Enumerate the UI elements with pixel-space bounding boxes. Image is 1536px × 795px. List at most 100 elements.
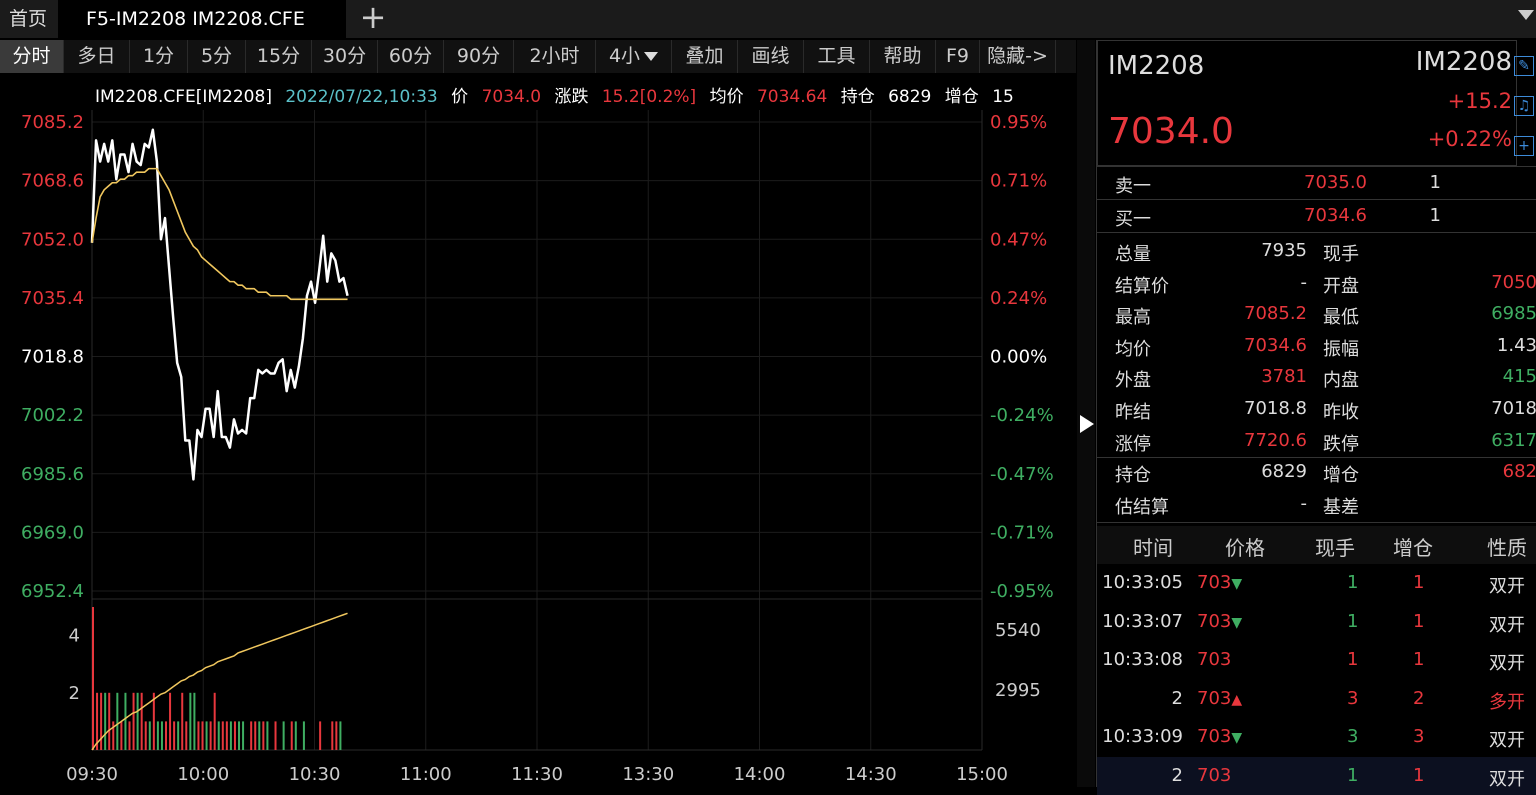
- trade-price-value: 703: [1197, 649, 1232, 670]
- volume-bar: [120, 721, 123, 750]
- collapse-panel-icon[interactable]: [1080, 415, 1094, 433]
- trade-volume: 1: [1347, 610, 1359, 632]
- toolbar-item[interactable]: 分时: [0, 40, 64, 73]
- trade-time: 10:33:05: [1102, 572, 1183, 593]
- volume-bar: [197, 721, 200, 750]
- x-tick-label: 11:00: [400, 764, 452, 785]
- trade-oi: 1: [1413, 764, 1425, 786]
- stat-label: 最高: [1115, 307, 1151, 329]
- trade-row[interactable]: 10:33:07 703▼ 1 1 双开: [1097, 603, 1536, 641]
- toolbar-item[interactable]: 叠加: [672, 40, 738, 73]
- volume-bar: [294, 721, 297, 750]
- toolbar-item[interactable]: 4小: [596, 40, 672, 73]
- toolbar-item[interactable]: 多日: [64, 40, 130, 73]
- x-tick-label: 14:30: [845, 764, 897, 785]
- trades-column-header[interactable]: 性质: [1487, 532, 1527, 561]
- volume-bar: [282, 721, 285, 750]
- bell-icon[interactable]: ♫: [1514, 96, 1534, 116]
- book-row[interactable]: 买一 7034.6 1: [1097, 201, 1536, 231]
- stat-value: -: [1300, 492, 1308, 514]
- stat-row: 最高 7085.2 最低 6985: [1097, 299, 1536, 329]
- trades-column-header[interactable]: 时间: [1133, 532, 1173, 561]
- y-left-tick-label: 6952.4: [21, 581, 84, 602]
- intraday-chart[interactable]: 09:30 10:00 10:30 11:00 11:30 13:30 14:00 14:30…: [0, 110, 1076, 787]
- book-row[interactable]: 卖一 7035.0 1: [1097, 168, 1536, 198]
- trade-row[interactable]: 2 703 1 1 双开: [1097, 756, 1536, 795]
- tab-active[interactable]: F5-IM2208 IM2208.CFE: [58, 0, 346, 38]
- toolbar-item[interactable]: 60分: [378, 40, 444, 73]
- toolbar-item[interactable]: 2小时: [514, 40, 596, 73]
- volume-bar: [274, 721, 277, 750]
- tab-home[interactable]: 首页: [0, 0, 56, 38]
- caret-down-icon: [644, 52, 659, 61]
- trade-volume: 1: [1347, 649, 1359, 670]
- volume-tick-label: 2: [69, 683, 80, 704]
- y-left-tick-label: 7052.0: [21, 229, 84, 250]
- stat-row: 均价 7034.6 振幅 1.43: [1097, 331, 1536, 361]
- stat-row: 昨结 7018.8 昨收 7018: [1097, 394, 1536, 424]
- stat-label: 涨停: [1115, 433, 1151, 455]
- trade-volume: 3: [1347, 726, 1359, 747]
- side-icons: ✎ ♫ +: [1514, 56, 1536, 176]
- trade-row[interactable]: 10:33:09 703▼ 3 3 双开: [1097, 718, 1536, 756]
- stat-value: 7050: [1491, 271, 1536, 293]
- chevron-down-icon[interactable]: [1518, 10, 1534, 20]
- quote-change: +15.2: [1447, 89, 1512, 113]
- stat-label: 总量: [1115, 244, 1151, 265]
- stat-label: 增仓: [1323, 465, 1359, 487]
- stat-value: 415: [1502, 366, 1536, 388]
- y-left-tick-label: 7068.6: [21, 171, 84, 192]
- toolbar-item[interactable]: 帮助: [870, 40, 936, 73]
- plus-icon[interactable]: +: [1514, 136, 1534, 156]
- stat-label: 振幅: [1323, 338, 1359, 360]
- stat-value: 7034.6: [1244, 334, 1307, 356]
- inc-value: 15: [992, 87, 1014, 107]
- stat-label: 昨结: [1115, 402, 1151, 423]
- toolbar-item[interactable]: F9: [936, 40, 980, 73]
- trade-oi: 1: [1413, 610, 1425, 632]
- x-tick-label: 10:30: [289, 764, 341, 785]
- volume-bar: [238, 721, 241, 750]
- volume-bar: [100, 692, 103, 750]
- volume-bar: [331, 721, 334, 750]
- toolbar-item[interactable]: 30分: [312, 40, 378, 73]
- x-tick-label: 14:00: [734, 764, 786, 785]
- toolbar-item[interactable]: 隐藏->: [980, 40, 1056, 73]
- inc-label: 增仓: [944, 87, 979, 107]
- trade-row[interactable]: 2 703▲ 3 2 多开: [1097, 680, 1536, 718]
- trades-column-header[interactable]: 价格: [1225, 532, 1265, 561]
- price-value: 7034.0: [481, 87, 542, 107]
- trade-nature: 双开: [1489, 730, 1525, 751]
- x-tick-label: 13:30: [622, 764, 674, 785]
- trade-nature: 双开: [1489, 576, 1525, 597]
- y-right-tick-label: -0.24%: [990, 405, 1054, 426]
- chart-header: IM2208.CFE[IM2208] 2022/07/22,10:33 价 70…: [95, 82, 1022, 107]
- separator: [1097, 522, 1536, 523]
- trade-row[interactable]: 10:33:05 703▼ 1 1 双开: [1097, 564, 1536, 602]
- stat-value: 7935: [1261, 240, 1307, 261]
- y-right-tick-label: 0.00%: [990, 347, 1047, 368]
- y-right-tick-label: 0.47%: [990, 229, 1047, 250]
- y-right-tick-label: -0.95%: [990, 581, 1054, 602]
- trade-row[interactable]: 10:33:08 703 1 1 双开: [1097, 641, 1536, 679]
- trade-volume: 3: [1347, 687, 1359, 709]
- volume-bar: [319, 721, 322, 750]
- trades-column-header[interactable]: 增仓: [1393, 532, 1433, 561]
- quote-price: 7034.0: [1108, 111, 1234, 152]
- toolbar-item[interactable]: 5分: [188, 40, 246, 73]
- trade-oi: 2: [1413, 687, 1425, 709]
- trade-time: 2: [1171, 687, 1183, 709]
- add-tab-icon[interactable]: +: [358, 0, 388, 38]
- volume-bar: [165, 721, 168, 750]
- trades-column-header[interactable]: 现手: [1315, 532, 1355, 561]
- toolbar-item[interactable]: 画线: [738, 40, 804, 73]
- oi-value: 6829: [888, 87, 932, 107]
- edit-icon[interactable]: ✎: [1514, 56, 1534, 76]
- toolbar-item[interactable]: 90分: [444, 40, 514, 73]
- stat-value: 6985: [1491, 303, 1536, 325]
- volume-bar: [205, 721, 208, 750]
- toolbar-item[interactable]: 工具: [804, 40, 870, 73]
- volume-bar: [290, 721, 293, 750]
- toolbar-item[interactable]: 15分: [246, 40, 312, 73]
- toolbar-item[interactable]: 1分: [130, 40, 188, 73]
